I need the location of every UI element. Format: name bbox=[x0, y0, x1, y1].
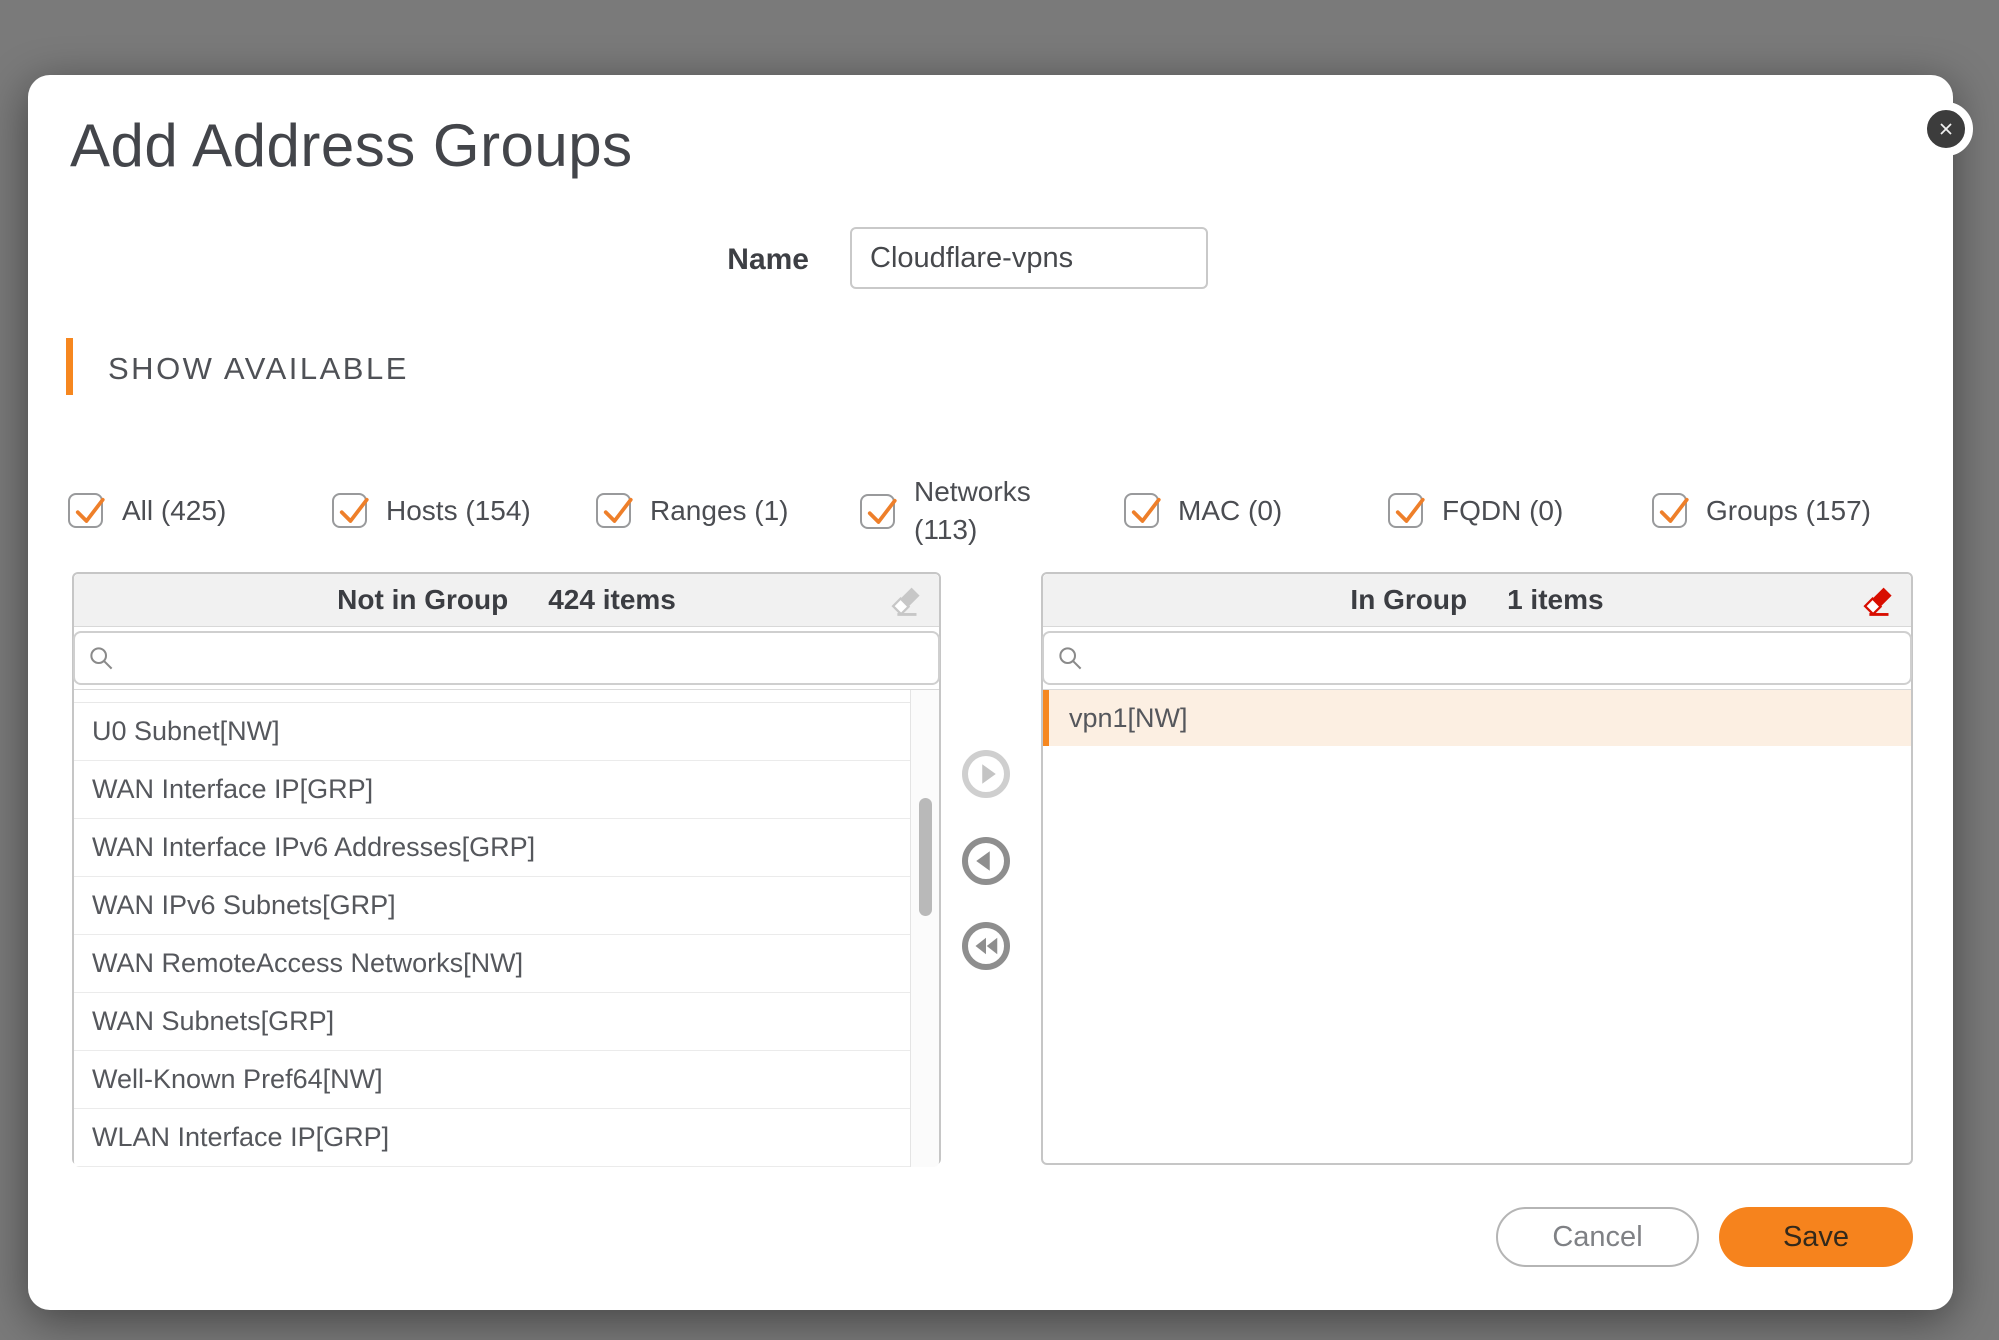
scrolled-row-sliver bbox=[74, 690, 910, 703]
list-item-label: WAN Subnets[GRP] bbox=[92, 1006, 334, 1037]
checkbox-checked-icon[interactable] bbox=[1388, 493, 1423, 528]
filter-checkbox-group[interactable]: Ranges (1) bbox=[596, 492, 860, 530]
type-filter-row: All (425) Hosts (154) Ranges (1) Network… bbox=[68, 465, 1916, 557]
name-input[interactable] bbox=[850, 227, 1208, 289]
item-count: 424 items bbox=[548, 584, 676, 616]
filter-checkbox-group[interactable]: All (425) bbox=[68, 492, 332, 530]
cancel-button[interactable]: Cancel bbox=[1496, 1207, 1699, 1267]
list-item-label: vpn1[NW] bbox=[1069, 703, 1188, 734]
checkbox-checked-icon[interactable] bbox=[596, 493, 631, 528]
checkbox-checked-icon[interactable] bbox=[1124, 493, 1159, 528]
panel-title: In Group bbox=[1350, 584, 1467, 616]
list-item[interactable]: WAN Subnets[GRP] bbox=[74, 993, 910, 1051]
add-address-groups-dialog: Add Address Groups Name SHOW AVAILABLE A… bbox=[28, 75, 1953, 1310]
list-item-label: WLAN Interface IP[GRP] bbox=[92, 1122, 389, 1153]
not-in-group-header: Not in Group 424 items bbox=[74, 574, 939, 627]
checkbox-checked-icon[interactable] bbox=[860, 494, 895, 529]
list-item-label: U0 Subnet[NW] bbox=[92, 716, 280, 747]
filter-checkbox-group[interactable]: Networks (113) bbox=[860, 473, 1124, 549]
list-item[interactable]: Well-Known Pref64[NW] bbox=[74, 1051, 910, 1109]
in-group-search bbox=[1042, 631, 1912, 685]
scrollbar-thumb[interactable] bbox=[919, 798, 932, 916]
filter-checkbox-group[interactable]: MAC (0) bbox=[1124, 492, 1388, 530]
remove-all-from-group-button[interactable] bbox=[962, 922, 1010, 970]
not-in-group-search bbox=[73, 631, 940, 685]
filter-checkbox-group[interactable]: FQDN (0) bbox=[1388, 492, 1652, 530]
clear-group-button[interactable] bbox=[1863, 584, 1897, 618]
filter-label: FQDN (0) bbox=[1442, 492, 1563, 530]
dialog-title: Add Address Groups bbox=[70, 111, 633, 180]
filter-label: All (425) bbox=[122, 492, 226, 530]
search-input[interactable] bbox=[75, 633, 938, 683]
close-button[interactable] bbox=[1919, 102, 1973, 156]
section-header: SHOW AVAILABLE bbox=[108, 351, 409, 387]
scrollbar-track[interactable] bbox=[910, 690, 939, 1167]
list-item[interactable]: WAN IPv6 Subnets[GRP] bbox=[74, 877, 910, 935]
item-count: 1 items bbox=[1507, 584, 1604, 616]
close-icon bbox=[1931, 114, 1961, 144]
list-item[interactable]: U0 Subnet[NW] bbox=[74, 703, 910, 761]
list-item[interactable]: WAN Interface IPv6 Addresses[GRP] bbox=[74, 819, 910, 877]
list-item-label: WAN RemoteAccess Networks[NW] bbox=[92, 948, 523, 979]
checkbox-checked-icon[interactable] bbox=[332, 493, 367, 528]
filter-label: Ranges (1) bbox=[650, 492, 789, 530]
not-in-group-panel: Not in Group 424 items bbox=[72, 572, 941, 1165]
list-item-label: WAN Interface IP[GRP] bbox=[92, 774, 373, 805]
filter-label: MAC (0) bbox=[1178, 492, 1282, 530]
in-group-list: vpn1[NW] bbox=[1043, 689, 1911, 1167]
save-button[interactable]: Save bbox=[1719, 1207, 1913, 1267]
filter-checkbox-group[interactable]: Hosts (154) bbox=[332, 492, 596, 530]
arrow-right-icon bbox=[968, 755, 1004, 793]
arrow-left-icon bbox=[968, 842, 1004, 880]
checkbox-checked-icon[interactable] bbox=[68, 493, 103, 528]
checkbox-checked-icon[interactable] bbox=[1652, 493, 1687, 528]
eraser-red-icon bbox=[1863, 584, 1897, 618]
remove-from-group-button[interactable] bbox=[962, 837, 1010, 885]
filter-checkbox-group[interactable]: Groups (157) bbox=[1652, 492, 1916, 530]
list-item-label: WAN IPv6 Subnets[GRP] bbox=[92, 890, 396, 921]
in-group-header: In Group 1 items bbox=[1043, 574, 1911, 627]
clear-search-button[interactable] bbox=[891, 584, 925, 618]
list-item[interactable]: WAN RemoteAccess Networks[NW] bbox=[74, 935, 910, 993]
name-label: Name bbox=[592, 243, 809, 277]
double-arrow-left-icon bbox=[968, 927, 1004, 965]
filter-label: Hosts (154) bbox=[386, 492, 531, 530]
list-item[interactable]: WLAN Interface IP[GRP] bbox=[74, 1109, 910, 1167]
list-item[interactable]: WAN Interface IP[GRP] bbox=[74, 761, 910, 819]
search-input[interactable] bbox=[1044, 633, 1910, 683]
list-item-label: WAN Interface IPv6 Addresses[GRP] bbox=[92, 832, 535, 863]
filter-label: Networks (113) bbox=[914, 473, 1048, 549]
not-in-group-list: U0 Subnet[NW] WAN Interface IP[GRP] WAN … bbox=[74, 689, 939, 1167]
filter-label: Groups (157) bbox=[1706, 492, 1871, 530]
list-item-label: Well-Known Pref64[NW] bbox=[92, 1064, 383, 1095]
move-to-group-button[interactable] bbox=[962, 750, 1010, 798]
selected-list-item[interactable]: vpn1[NW] bbox=[1043, 690, 1911, 746]
eraser-icon bbox=[891, 584, 925, 618]
panel-title: Not in Group bbox=[337, 584, 508, 616]
section-accent-bar bbox=[66, 338, 73, 395]
in-group-panel: In Group 1 items bbox=[1041, 572, 1913, 1165]
